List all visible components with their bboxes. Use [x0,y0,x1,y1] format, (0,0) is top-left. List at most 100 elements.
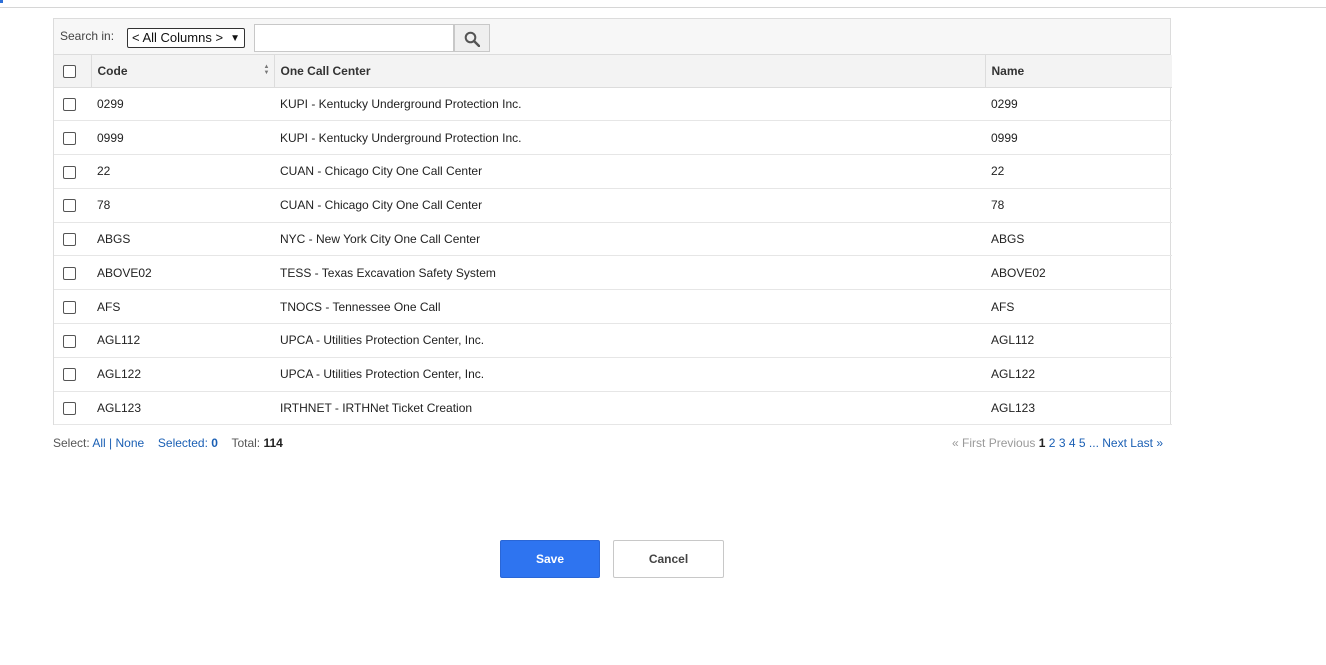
row-checkbox[interactable] [63,368,76,382]
top-bar [0,0,1326,8]
select-all-link[interactable]: All [92,436,105,450]
name-cell: ABOVE02 [985,255,1172,291]
row-select-cell [54,87,91,122]
row-select-cell [54,357,91,392]
table-row[interactable]: 22 CUAN - Chicago City One Call Center 22 [54,154,1172,189]
name-cell: AFS [985,289,1172,325]
one-call-center-cell: CUAN - Chicago City One Call Center [274,154,985,189]
one-call-center-cell: TNOCS - Tennessee One Call [274,289,985,325]
table-row[interactable]: ABGS NYC - New York City One Call Center A… [54,222,1172,257]
page-link-current[interactable]: 1 [1039,436,1046,450]
table-row[interactable]: 0999 KUPI - Kentucky Underground Protecti… [54,120,1172,156]
code-cell: AFS [91,289,274,325]
column-header-code[interactable]: Code ▲ ▼ [90,55,274,88]
table-row[interactable]: 0299 KUPI - Kentucky Underground Protecti… [54,87,1172,122]
chevron-down-icon: ▼ [230,33,240,44]
page-ellipsis-link[interactable]: ... [1089,436,1099,450]
table-row[interactable]: ABOVE02 TESS - Texas Excavation Safety Sy… [54,255,1172,291]
row-checkbox[interactable] [63,131,76,145]
grid-footer: Select: All | None Selected: 0 Total: 11… [53,436,1171,452]
total-count: 114 [263,436,283,450]
code-cell: AGL122 [91,357,274,392]
select-all-checkbox[interactable] [63,64,76,78]
page-link[interactable]: 3 [1059,436,1066,450]
name-cell: AGL122 [985,357,1172,392]
select-separator: | [109,436,113,450]
top-bar-accent [0,0,3,3]
page-link[interactable]: 5 [1079,436,1086,450]
name-cell: 22 [985,154,1172,189]
row-checkbox[interactable] [63,165,76,179]
page-link[interactable]: 2 [1049,436,1056,450]
code-cell: 0999 [91,120,274,156]
select-none-link[interactable]: None [116,436,145,450]
search-bar: Search in: < All Columns > ▼ [54,19,1170,55]
row-select-cell [54,391,91,426]
search-column-select[interactable]: < All Columns > ▼ [127,28,245,48]
name-cell: 78 [985,188,1172,223]
row-checkbox[interactable] [63,402,76,416]
select-all-cell [54,55,91,88]
selected-label: Selected: [157,436,208,450]
row-select-cell [54,120,91,156]
column-header-label: One Call Center [280,63,371,78]
row-select-cell [54,222,91,257]
next-page-link[interactable]: Next [1102,436,1127,450]
code-cell: ABGS [91,222,274,257]
row-select-cell [54,289,91,325]
search-label: Search in: [60,29,115,43]
one-call-center-cell: UPCA - Utilities Protection Center, Inc. [274,357,985,392]
code-cell: AGL123 [91,391,274,426]
table-row[interactable]: AGL123 IRTHNET - IRTHNet Ticket Creation A… [54,391,1172,426]
row-checkbox[interactable] [63,334,76,348]
row-select-cell [54,323,91,358]
previous-page-link[interactable]: Previous [989,436,1036,450]
search-column-value: < All Columns > [132,30,224,45]
one-call-center-cell: TESS - Texas Excavation Safety System [274,255,985,291]
name-cell: AGL112 [985,323,1172,358]
row-checkbox[interactable] [63,267,76,281]
last-page-link[interactable]: Last » [1130,436,1163,450]
sort-icon: ▲ ▼ [263,64,270,76]
total-label: Total: [231,436,261,450]
column-header-name[interactable]: Name [984,55,1172,88]
save-button[interactable]: Save [500,540,600,578]
table-row[interactable]: 78 CUAN - Chicago City One Call Center 78 [54,188,1172,223]
row-checkbox[interactable] [63,199,76,213]
table-header-row: Code ▲ ▼ One Call Center Name [54,55,1172,88]
column-header-label: Name [991,63,1025,78]
table-row[interactable]: AFS TNOCS - Tennessee One Call AFS [54,289,1172,325]
row-select-cell [54,154,91,189]
one-call-center-cell: KUPI - Kentucky Underground Protection I… [274,87,985,122]
data-grid: Search in: < All Columns > ▼ Code ▲ ▼ One [53,18,1172,426]
name-cell: ABGS [985,222,1172,257]
page-link[interactable]: 4 [1069,436,1076,450]
one-call-center-cell: UPCA - Utilities Protection Center, Inc. [274,323,985,358]
cancel-button[interactable]: Cancel [613,540,724,578]
search-button[interactable] [454,24,490,52]
one-call-center-cell: IRTHNET - IRTHNet Ticket Creation [274,391,985,426]
search-input[interactable] [254,24,454,52]
selection-summary: Select: All | None Selected: 0 Total: 11… [53,436,283,450]
name-cell: AGL123 [985,391,1172,426]
first-page-link[interactable]: « First [952,436,985,450]
table-row[interactable]: AGL112 UPCA - Utilities Protection Center… [54,323,1172,358]
row-select-cell [54,255,91,291]
one-call-center-cell: NYC - New York City One Call Center [274,222,985,257]
pagination: « First Previous 1 2 3 4 5 ... Next Last… [952,436,1163,450]
row-checkbox[interactable] [63,233,76,247]
code-cell: AGL112 [91,323,274,358]
column-header-label: Code [97,63,128,78]
row-checkbox[interactable] [63,300,76,314]
select-label: Select: [53,436,90,450]
code-cell: 22 [91,154,274,189]
one-call-center-cell: CUAN - Chicago City One Call Center [274,188,985,223]
row-checkbox[interactable] [63,98,76,112]
column-header-one-call-center[interactable]: One Call Center [273,55,985,88]
selected-count: 0 [211,436,218,450]
name-cell: 0299 [985,87,1172,122]
one-call-center-cell: KUPI - Kentucky Underground Protection I… [274,120,985,156]
code-cell: 0299 [91,87,274,122]
table-row[interactable]: AGL122 UPCA - Utilities Protection Center… [54,357,1172,392]
row-select-cell [54,188,91,223]
